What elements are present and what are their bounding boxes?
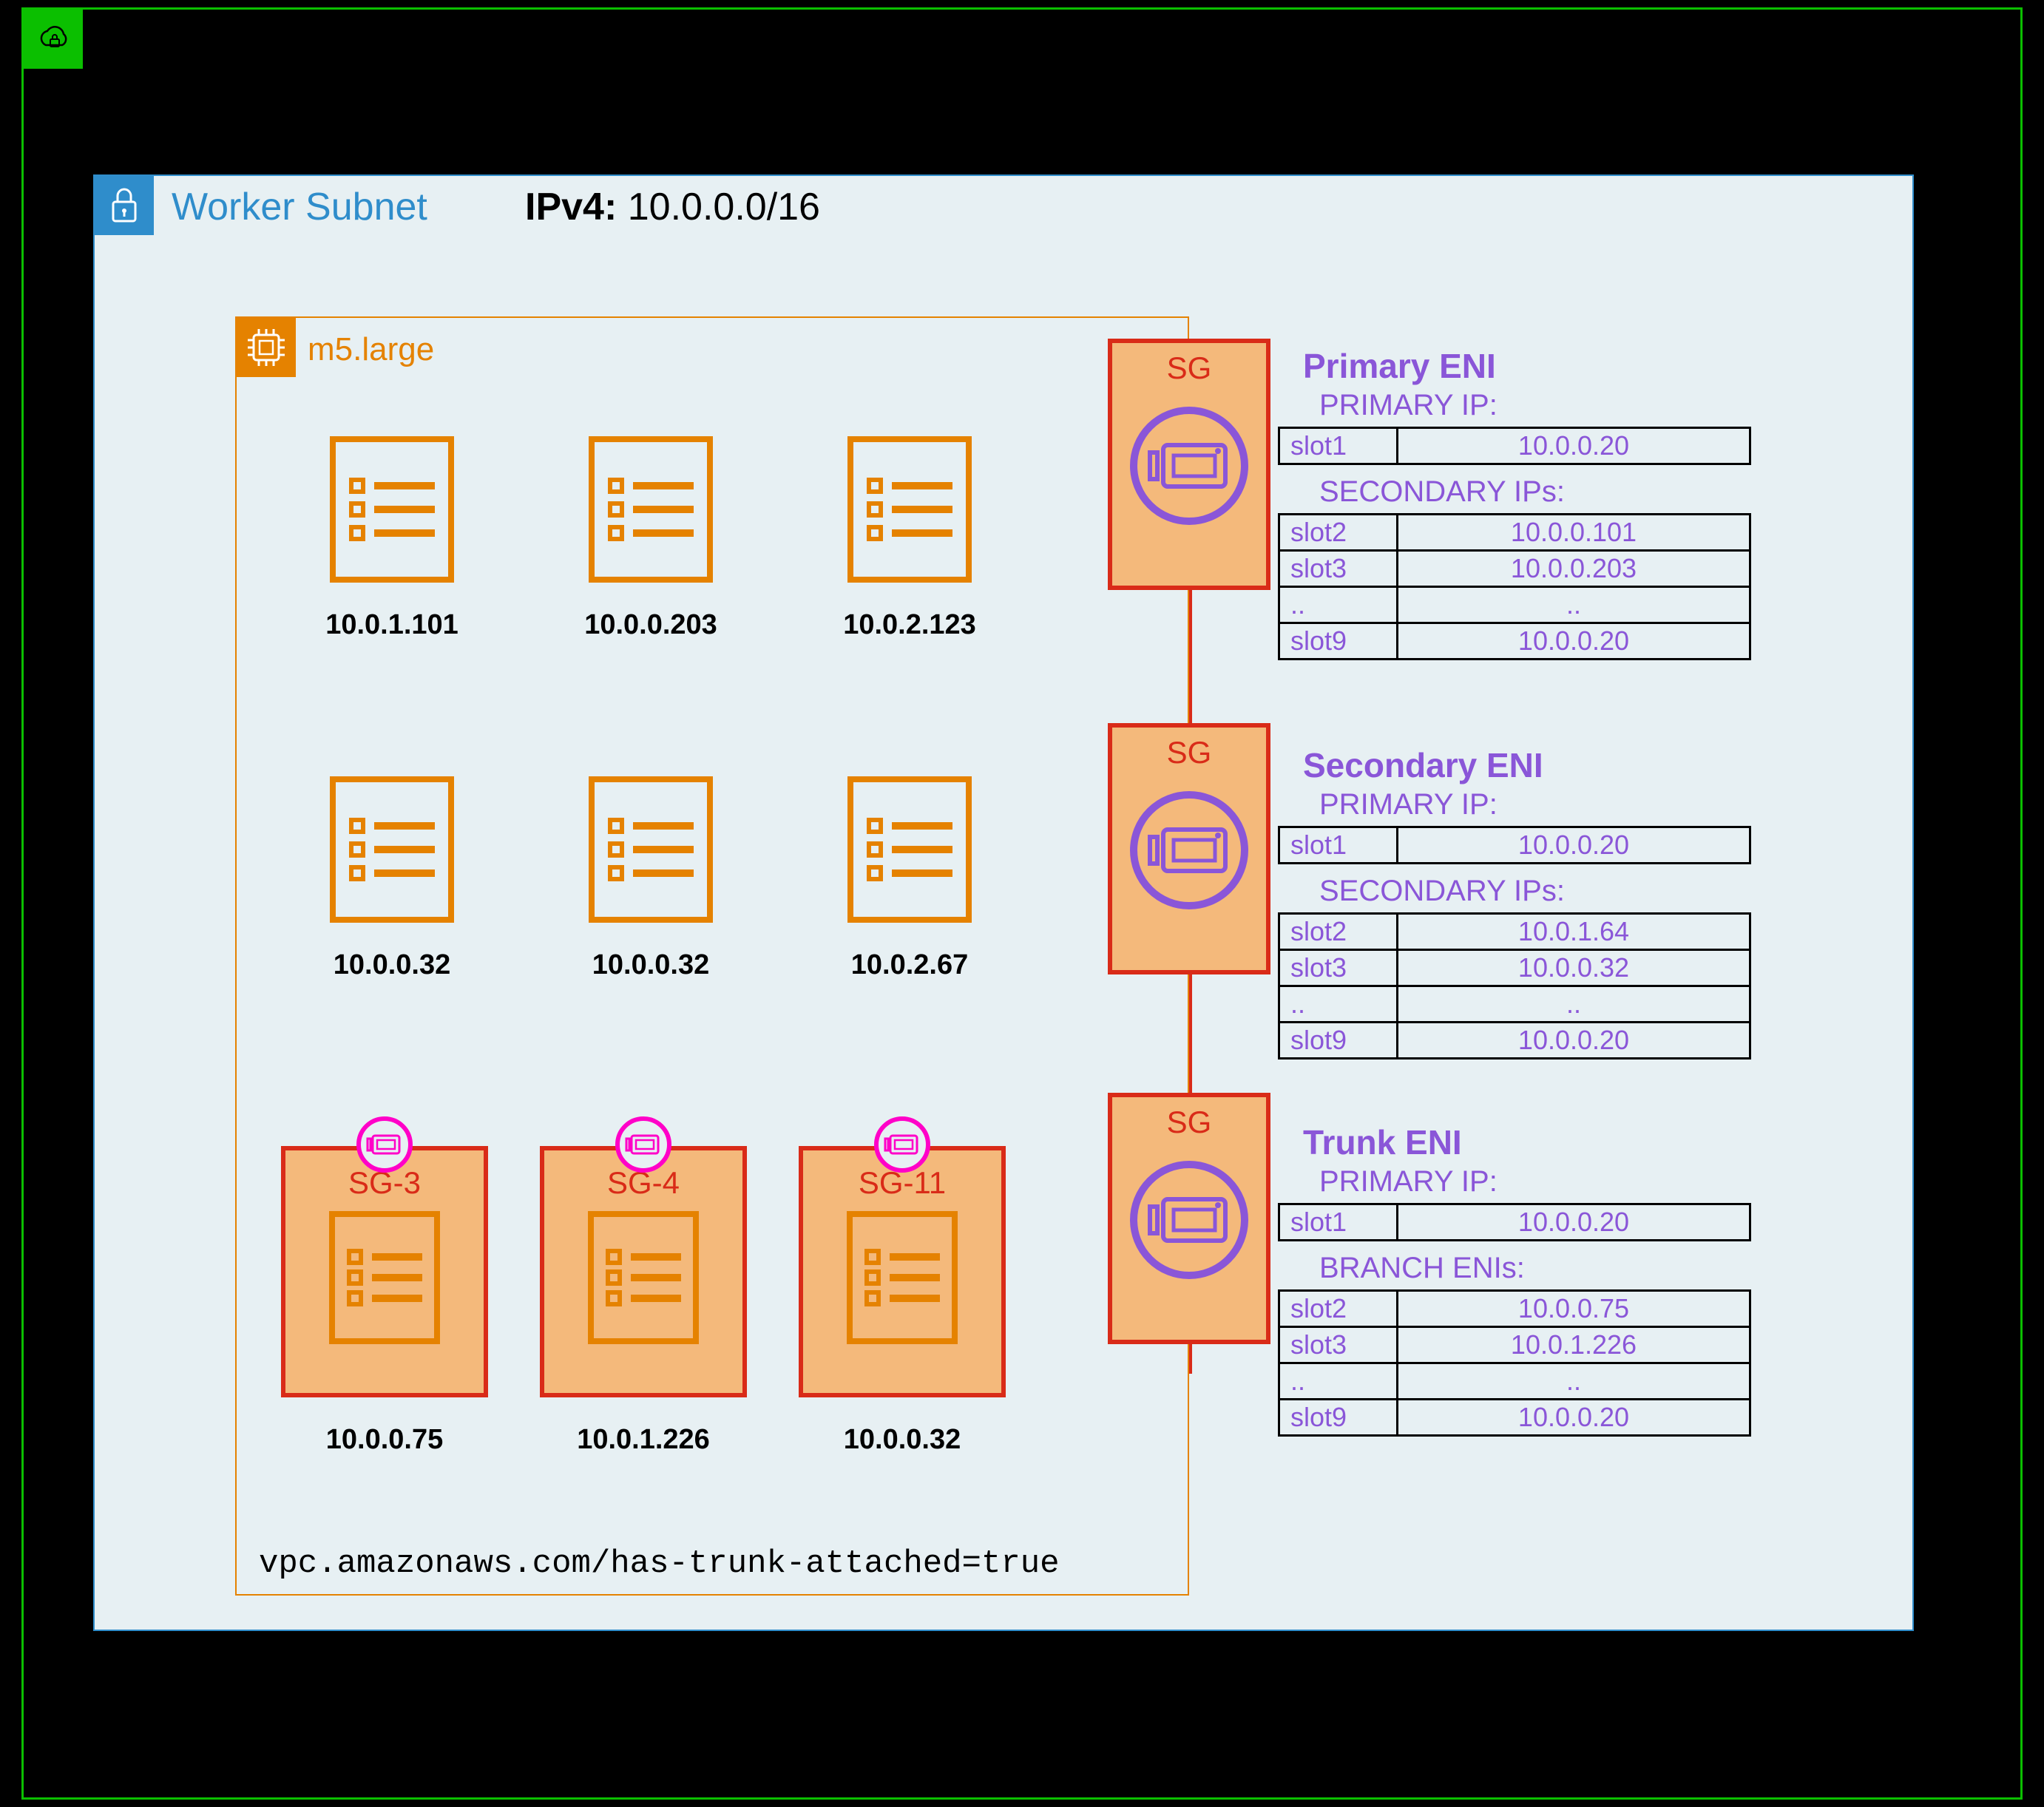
instance-box: m5.large vpc.amazonaws.com/has-trunk-att… <box>235 316 1189 1596</box>
table-row: slot210.0.0.75 <box>1279 1291 1750 1327</box>
eni-subtitle-primary-ip: PRIMARY IP: <box>1319 389 1803 422</box>
table-row: .... <box>1279 1363 1750 1400</box>
table-row: slot210.0.1.64 <box>1279 914 1750 950</box>
task-icon <box>589 776 713 923</box>
trunk-eni-block: Trunk ENI PRIMARY IP: slot110.0.0.20 BRA… <box>1278 1122 1803 1437</box>
subnet-cidr: IPv4: 10.0.0.0/16 <box>525 185 820 229</box>
table-row: slot210.0.0.101 <box>1279 515 1750 551</box>
pod-item: 10.0.0.203 <box>540 436 762 641</box>
subnet-cidr-label: IPv4: <box>525 186 617 228</box>
task-icon <box>588 1211 699 1344</box>
table-row: slot910.0.0.20 <box>1279 1400 1750 1436</box>
diagram-canvas: Worker Subnet IPv4: 10.0.0.0/16 <box>0 0 2044 1807</box>
instance-badge <box>237 318 296 377</box>
sg-label: SG <box>1167 735 1212 770</box>
sg-box: SG-3 <box>281 1146 488 1397</box>
lock-icon <box>109 186 140 226</box>
eni-icon <box>1130 1161 1248 1279</box>
pod-ip: 10.0.2.123 <box>799 609 1021 641</box>
table-row: slot110.0.0.20 <box>1279 428 1750 464</box>
task-icon <box>847 436 972 583</box>
eni-card-primary: SG <box>1108 339 1270 590</box>
branch-eni-icon <box>615 1116 671 1173</box>
sg-label: SG <box>1167 1105 1212 1140</box>
task-icon <box>330 776 454 923</box>
sg-box: SG-4 <box>540 1146 747 1397</box>
subnet-cidr-value: 10.0.0.0/16 <box>628 186 820 228</box>
table-row: slot910.0.0.20 <box>1279 1023 1750 1059</box>
eni-table-secondary-ips: slot210.0.1.64 slot310.0.0.32 .... slot9… <box>1278 912 1751 1060</box>
eni-table-primary-ip: slot110.0.0.20 <box>1278 427 1751 465</box>
sg-pod-item: SG-3 10.0.0.75 <box>274 1146 495 1456</box>
eni-subtitle-secondary-ips: SECONDARY IPs: <box>1319 875 1803 908</box>
eni-subtitle-primary-ip: PRIMARY IP: <box>1319 1165 1803 1199</box>
eni-table-primary-ip: slot110.0.0.20 <box>1278 826 1751 864</box>
pod-item: 10.0.1.101 <box>281 436 503 641</box>
pod-ip: 10.0.0.203 <box>540 609 762 641</box>
pod-item: 10.0.0.32 <box>281 776 503 981</box>
task-icon <box>847 1211 958 1344</box>
eni-table-secondary-ips: slot210.0.0.101 slot310.0.0.203 .... slo… <box>1278 513 1751 660</box>
table-row: slot910.0.0.20 <box>1279 623 1750 660</box>
eni-title: Trunk ENI <box>1303 1122 1803 1162</box>
pod-item: 10.0.0.32 <box>540 776 762 981</box>
vpc-badge <box>24 10 83 69</box>
nic-icon <box>1148 824 1230 877</box>
task-icon <box>330 436 454 583</box>
instance-type-label: m5.large <box>308 331 434 368</box>
nic-icon <box>1148 1193 1230 1247</box>
pod-item: 10.0.2.123 <box>799 436 1021 641</box>
branch-eni-icon <box>356 1116 413 1173</box>
pod-ip: 10.0.2.67 <box>799 949 1021 981</box>
nic-icon <box>626 1133 661 1156</box>
table-row: slot310.0.0.203 <box>1279 551 1750 587</box>
table-row: slot110.0.0.20 <box>1279 1204 1750 1241</box>
cloud-lock-icon <box>34 24 72 54</box>
nic-icon <box>1148 439 1230 492</box>
eni-subtitle-primary-ip: PRIMARY IP: <box>1319 788 1803 821</box>
table-row: slot310.0.1.226 <box>1279 1327 1750 1363</box>
instance-annotation: vpc.amazonaws.com/has-trunk-attached=tru… <box>259 1545 1060 1582</box>
eni-card-secondary: SG <box>1108 723 1270 974</box>
table-row: .... <box>1279 587 1750 623</box>
table-row: .... <box>1279 986 1750 1023</box>
table-row: slot310.0.0.32 <box>1279 950 1750 986</box>
eni-table-primary-ip: slot110.0.0.20 <box>1278 1203 1751 1241</box>
sg-box: SG-11 <box>799 1146 1006 1397</box>
sg-pod-item: SG-11 10.0.0.32 <box>791 1146 1013 1456</box>
sg-label: SG <box>1167 350 1212 386</box>
eni-subtitle-branch-enis: BRANCH ENIs: <box>1319 1252 1803 1285</box>
pod-ip: 10.0.1.226 <box>532 1424 754 1456</box>
pod-ip: 10.0.0.32 <box>540 949 762 981</box>
pod-ip: 10.0.0.32 <box>281 949 503 981</box>
eni-icon <box>1130 791 1248 909</box>
nic-icon <box>884 1133 920 1156</box>
subnet-title: Worker Subnet <box>172 185 427 229</box>
task-icon <box>589 436 713 583</box>
pod-ip: 10.0.1.101 <box>281 609 503 641</box>
eni-subtitle-secondary-ips: SECONDARY IPs: <box>1319 475 1803 509</box>
table-row: slot110.0.0.20 <box>1279 827 1750 864</box>
task-icon <box>847 776 972 923</box>
eni-title: Primary ENI <box>1303 346 1803 386</box>
pod-item: 10.0.2.67 <box>799 776 1021 981</box>
primary-eni-block: Primary ENI PRIMARY IP: slot110.0.0.20 S… <box>1278 346 1803 660</box>
eni-table-branch-enis: slot210.0.0.75 slot310.0.1.226 .... slot… <box>1278 1289 1751 1437</box>
eni-card-trunk: SG <box>1108 1093 1270 1344</box>
pod-ip: 10.0.0.75 <box>274 1424 495 1456</box>
pod-ip: 10.0.0.32 <box>791 1424 1013 1456</box>
nic-icon <box>367 1133 402 1156</box>
secondary-eni-block: Secondary ENI PRIMARY IP: slot110.0.0.20… <box>1278 745 1803 1060</box>
subnet-panel: Worker Subnet IPv4: 10.0.0.0/16 <box>93 174 1914 1631</box>
subnet-badge <box>95 176 154 235</box>
branch-eni-icon <box>874 1116 930 1173</box>
sg-pod-item: SG-4 10.0.1.226 <box>532 1146 754 1456</box>
task-icon <box>329 1211 440 1344</box>
eni-icon <box>1130 407 1248 525</box>
chip-icon <box>246 328 286 367</box>
eni-title: Secondary ENI <box>1303 745 1803 785</box>
